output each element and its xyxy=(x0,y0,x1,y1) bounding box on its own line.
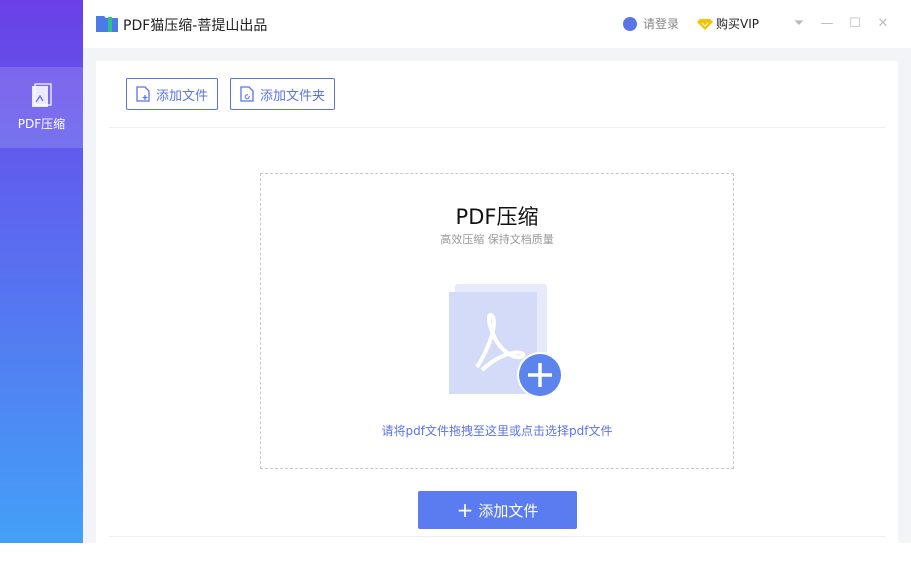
diamond-icon xyxy=(697,18,713,30)
drop-zone-title: PDF压缩 xyxy=(455,205,539,229)
divider xyxy=(109,536,885,537)
login-button[interactable]: 请登录 xyxy=(622,15,679,32)
pdf-add-icon xyxy=(449,284,563,398)
divider xyxy=(109,127,885,128)
add-file-primary-label: 添加文件 xyxy=(478,501,539,520)
app-logo-icon xyxy=(96,16,118,32)
add-file-primary-button[interactable]: + 添加文件 xyxy=(418,491,577,529)
add-file-button[interactable]: 添加文件 xyxy=(126,78,219,110)
sidebar: PDF压缩 xyxy=(0,0,83,543)
title-bar: PDF猫压缩-菩提山出品 请登录 购买VIP ⏷ — ☐ ✕ xyxy=(83,0,911,48)
add-folder-icon xyxy=(240,86,254,102)
menu-dropdown-icon[interactable]: ⏷ xyxy=(785,16,813,31)
add-folder-label: 添加文件夹 xyxy=(260,88,326,104)
drop-zone-hint[interactable]: 请将pdf文件拖拽至这里或点击选择pdf文件 xyxy=(261,422,733,439)
app-title: PDF猫压缩-菩提山出品 xyxy=(123,18,268,34)
maximize-icon[interactable]: ☐ xyxy=(841,16,869,31)
main-area: 添加文件 添加文件夹 PDF压缩 高效压缩 保持文档质量 请将pdf文件拖拽至这… xyxy=(83,48,911,543)
add-file-icon xyxy=(136,86,150,102)
sidebar-item-label: PDF压缩 xyxy=(17,117,66,131)
sidebar-item-pdf-compress[interactable]: PDF压缩 xyxy=(0,67,83,148)
buy-vip-button[interactable]: 购买VIP xyxy=(697,15,759,32)
minimize-icon[interactable]: — xyxy=(813,16,841,31)
plus-icon: + xyxy=(456,498,474,522)
vip-label: 购买VIP xyxy=(716,17,759,31)
add-file-label: 添加文件 xyxy=(156,88,209,104)
pdf-file-icon xyxy=(31,83,52,107)
user-icon xyxy=(622,16,637,31)
drop-zone-subtitle: 高效压缩 保持文档质量 xyxy=(440,233,554,246)
drop-zone[interactable]: PDF压缩 高效压缩 保持文档质量 请将pdf文件拖拽至这里或点击选择pdf文件 xyxy=(260,173,734,469)
login-label: 请登录 xyxy=(642,17,679,31)
content-panel: 添加文件 添加文件夹 PDF压缩 高效压缩 保持文档质量 请将pdf文件拖拽至这… xyxy=(96,61,898,543)
close-icon[interactable]: ✕ xyxy=(869,16,897,31)
add-folder-button[interactable]: 添加文件夹 xyxy=(230,78,336,110)
